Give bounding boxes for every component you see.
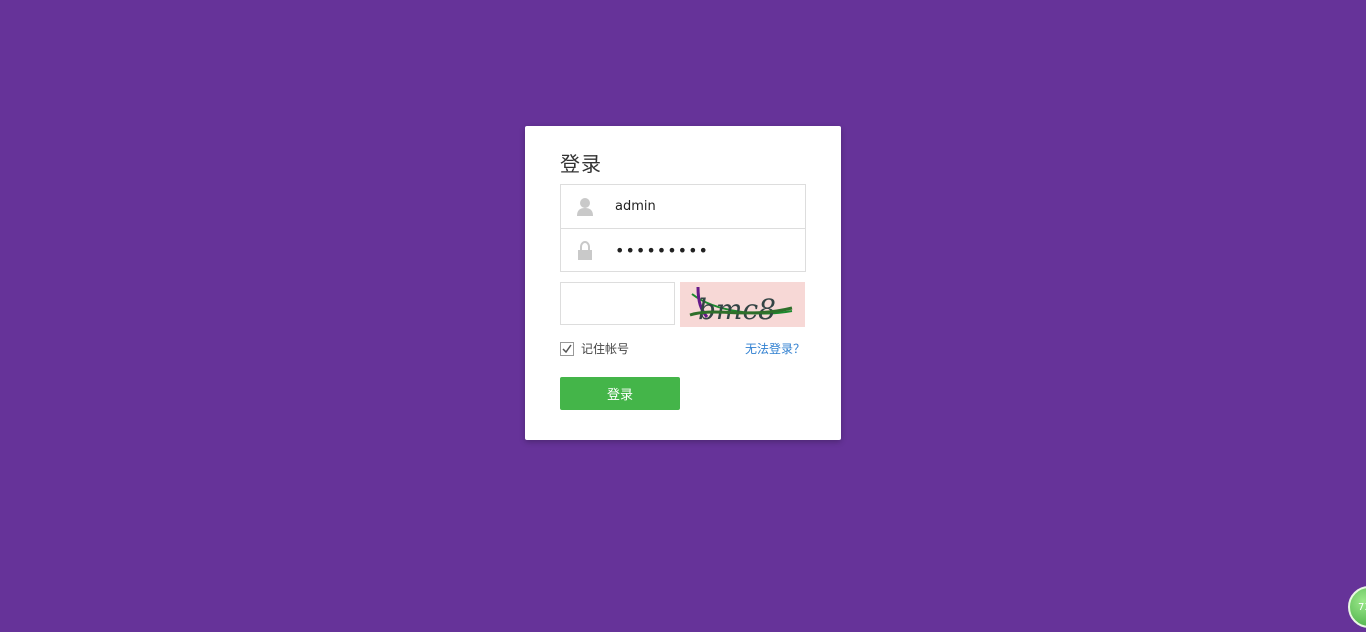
floating-badge[interactable]: 73	[1348, 586, 1366, 628]
remember-account-toggle[interactable]: 记住帐号	[560, 340, 629, 357]
username-input[interactable]	[609, 191, 795, 222]
login-title: 登录	[560, 152, 602, 176]
login-help-link[interactable]: 无法登录？	[745, 340, 805, 357]
credential-fields	[560, 184, 806, 272]
captcha-text: bmc8	[698, 293, 776, 326]
password-input[interactable]	[609, 235, 795, 266]
lock-icon	[561, 229, 609, 272]
remember-checkbox[interactable]	[560, 341, 574, 356]
captcha-input[interactable]	[560, 282, 675, 325]
user-icon	[561, 185, 609, 228]
captcha-image[interactable]: bmc8	[680, 282, 805, 327]
password-row	[561, 228, 805, 272]
floating-badge-text: 73	[1358, 601, 1366, 613]
login-card: 登录 bmc8	[525, 126, 841, 440]
username-row	[561, 185, 805, 228]
checkmark-icon	[562, 344, 572, 353]
login-button[interactable]: 登录	[560, 377, 680, 410]
remember-label: 记住帐号	[581, 342, 630, 356]
